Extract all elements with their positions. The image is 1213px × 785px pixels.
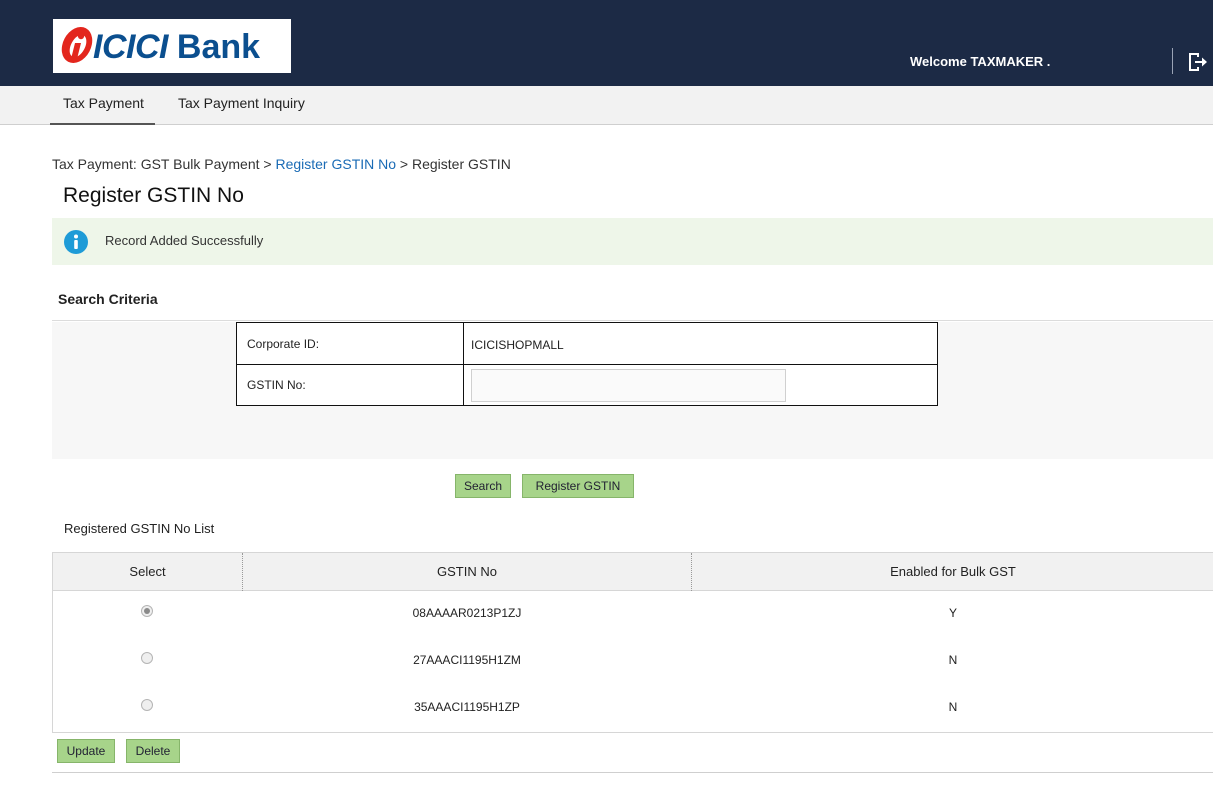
column-header-select[interactable]: Select	[53, 564, 242, 579]
breadcrumb-part-2: > Register GSTIN	[396, 156, 511, 172]
welcome-text: Welcome TAXMAKER .	[910, 54, 1051, 69]
logo-brand: ICICI	[93, 28, 168, 66]
update-button[interactable]: Update	[57, 739, 115, 763]
row-select-radio[interactable]	[141, 652, 153, 664]
breadcrumb-part-1: Tax Payment: GST Bulk Payment >	[52, 156, 276, 172]
register-gstin-button[interactable]: Register GSTIN	[522, 474, 634, 498]
table-row[interactable]: 08AAAAR0213P1ZJ Y	[53, 591, 1213, 638]
search-button[interactable]: Search	[455, 474, 511, 498]
row-enabled: Y	[948, 606, 957, 620]
main-nav: Tax Payment Tax Payment Inquiry	[0, 86, 1213, 125]
header-divider	[1172, 48, 1173, 74]
icici-emblem-icon	[61, 26, 93, 64]
gstin-input[interactable]	[471, 368, 786, 402]
top-header: ICICI Bank Welcome TAXMAKER .	[0, 0, 1213, 86]
column-header-gstin[interactable]: GSTIN No	[243, 564, 691, 579]
row-enabled: N	[948, 653, 958, 667]
registered-gstin-grid: Select GSTIN No Enabled for Bulk GST 08A…	[52, 552, 1213, 733]
search-criteria-title: Search Criteria	[58, 291, 158, 307]
column-header-enabled[interactable]: Enabled for Bulk GST	[692, 564, 1213, 579]
row-gstin: 08AAAAR0213P1ZJ	[412, 606, 522, 620]
gstin-cell	[463, 364, 938, 406]
table-row[interactable]: 27AAACI1195H1ZM N	[53, 638, 1213, 685]
bottom-divider	[52, 772, 1213, 773]
table-row[interactable]: 35AAACI1195H1ZP N	[53, 685, 1213, 732]
row-enabled: N	[948, 700, 958, 714]
row-gstin: 27AAACI1195H1ZM	[413, 653, 521, 667]
search-criteria-table: Corporate ID: ICICISHOPMALL GSTIN No:	[236, 322, 938, 406]
row-select-radio[interactable]	[141, 699, 153, 711]
delete-button[interactable]: Delete	[126, 739, 180, 763]
nav-tax-payment[interactable]: Tax Payment	[50, 95, 155, 125]
corporate-id-value: ICICISHOPMALL	[463, 322, 938, 365]
success-message: Record Added Successfully	[52, 218, 1213, 265]
row-select-radio[interactable]	[141, 605, 153, 617]
page-title: Register GSTIN No	[63, 184, 244, 207]
registered-list-title: Registered GSTIN No List	[64, 521, 215, 536]
breadcrumb: Tax Payment: GST Bulk Payment > Register…	[52, 156, 511, 172]
logo-bank: Bank	[176, 28, 261, 66]
logout-icon[interactable]	[1186, 51, 1208, 73]
breadcrumb-link-register-gstin[interactable]: Register GSTIN No	[275, 156, 396, 172]
logo-wordmark: ICICI Bank	[93, 28, 260, 66]
grid-header: Select GSTIN No Enabled for Bulk GST	[53, 553, 1213, 591]
nav-tax-payment-inquiry[interactable]: Tax Payment Inquiry	[178, 95, 305, 111]
info-icon	[64, 230, 88, 254]
corporate-id-label: Corporate ID:	[236, 322, 464, 365]
gstin-label: GSTIN No:	[236, 364, 464, 406]
icici-bank-logo[interactable]: ICICI Bank	[53, 19, 291, 73]
row-gstin: 35AAACI1195H1ZP	[414, 700, 520, 714]
message-text: Record Added Successfully	[105, 233, 264, 248]
search-criteria-title-bar: Search Criteria	[52, 277, 1213, 321]
